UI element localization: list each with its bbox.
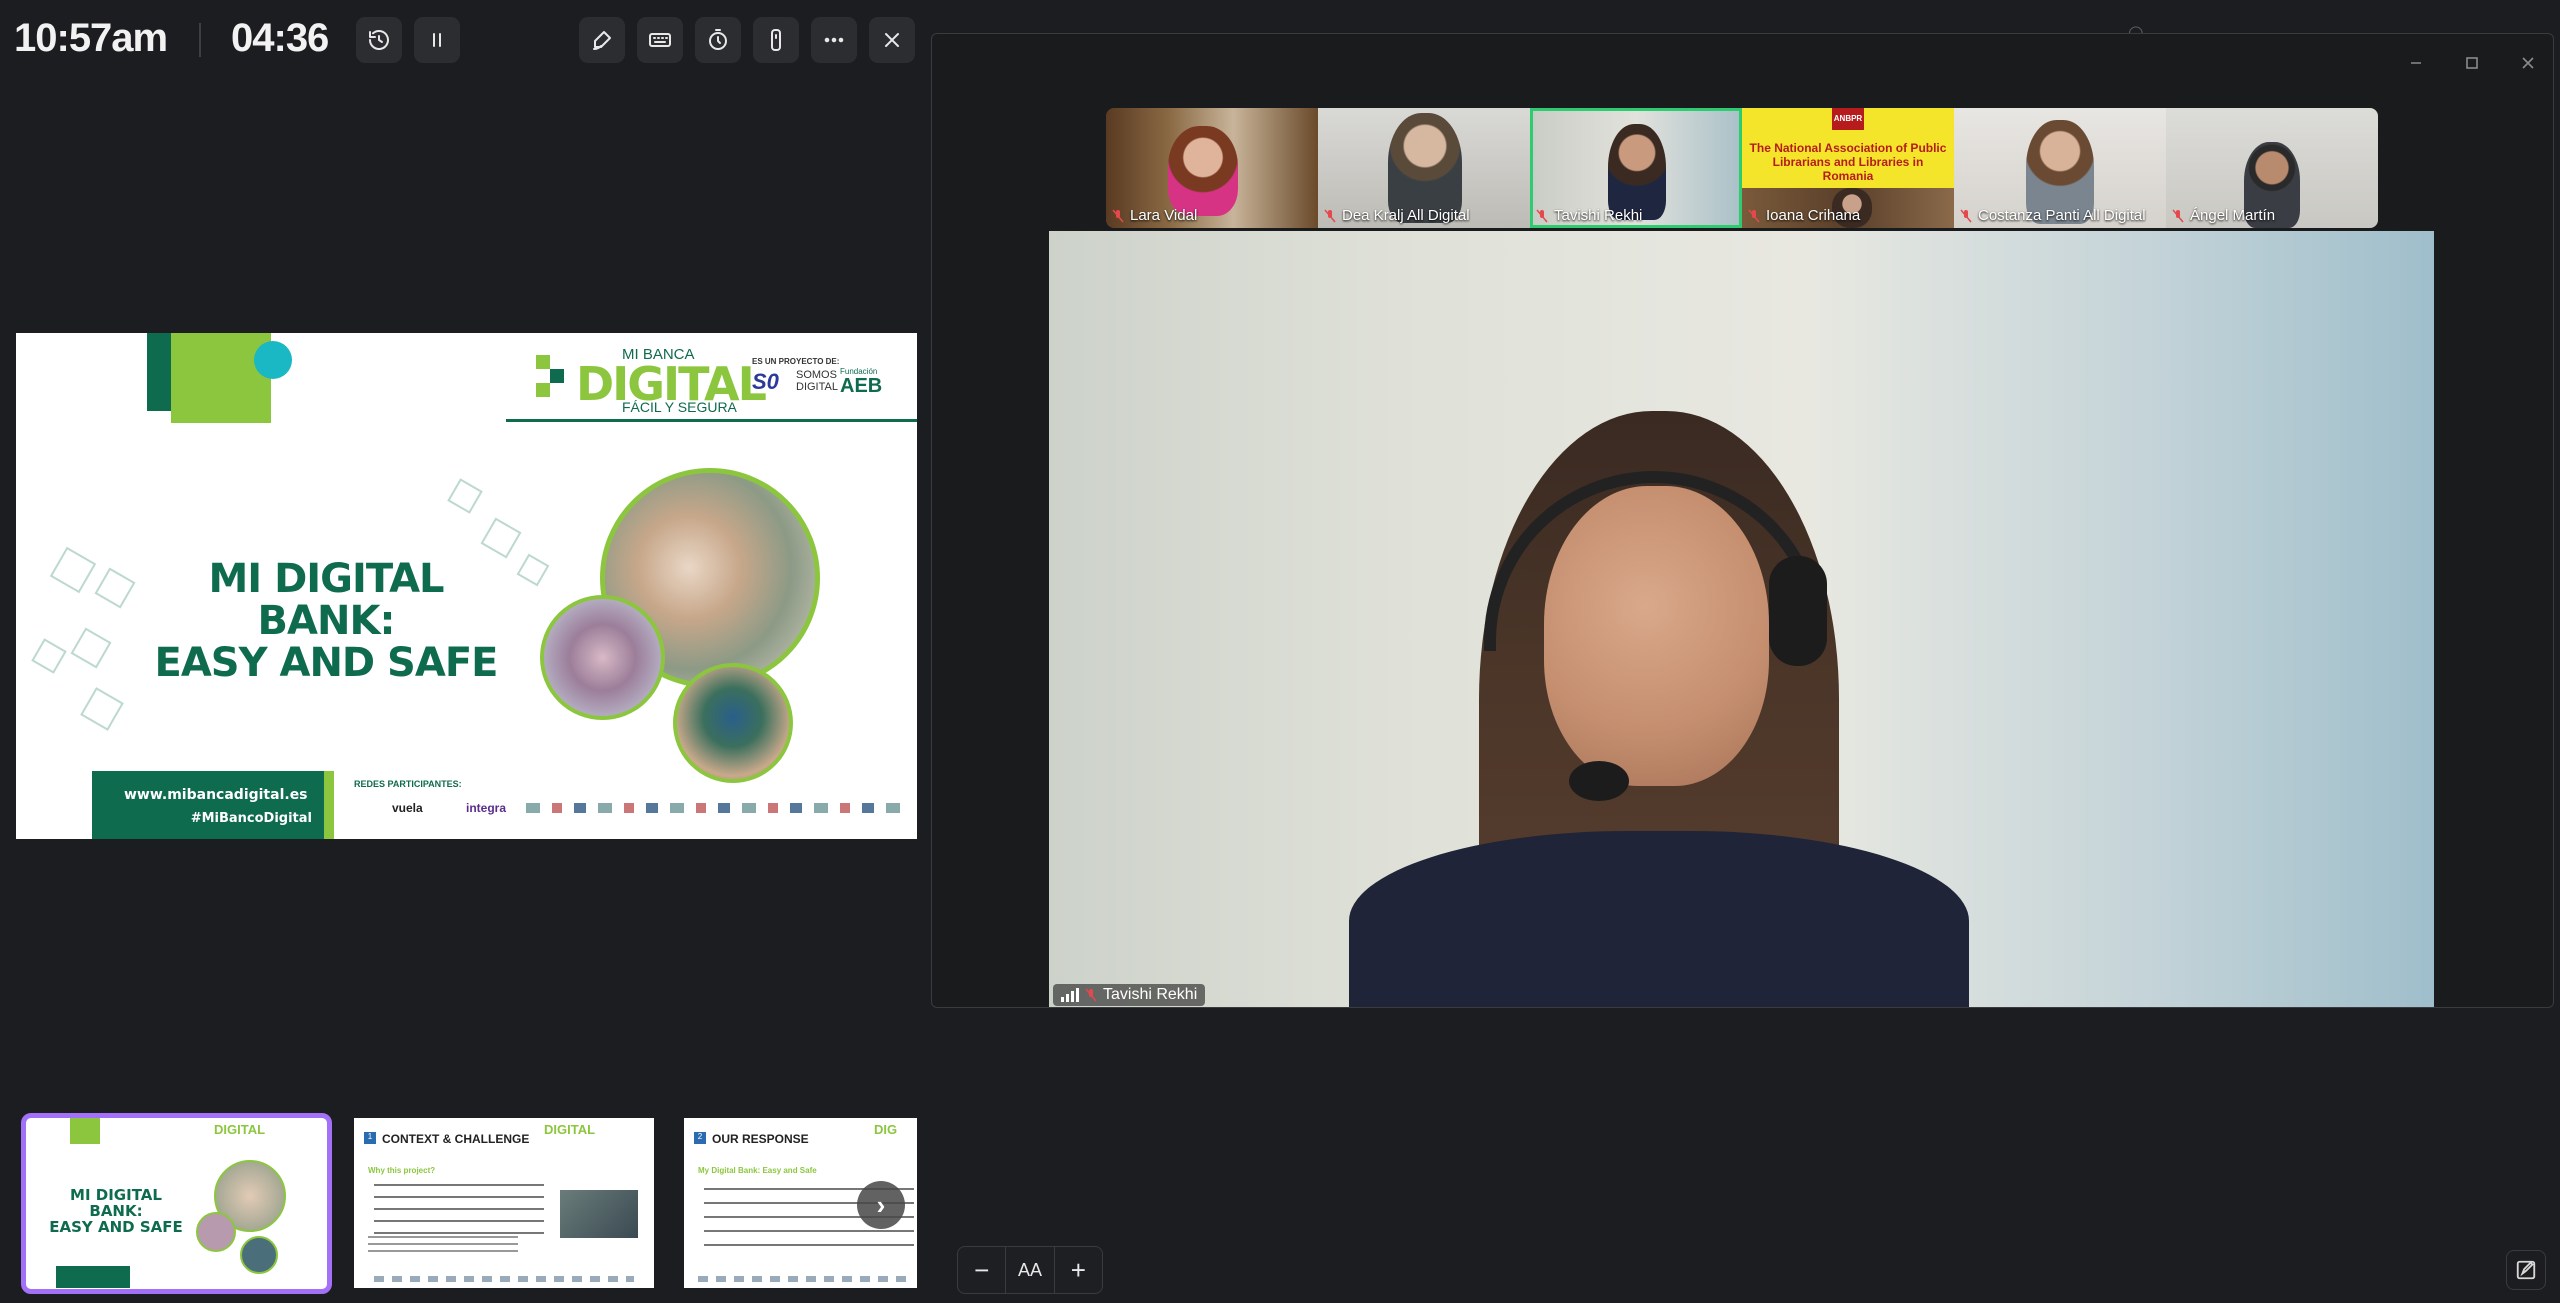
presenter-view: 10:57am 04:36 MI BANCA DIGITAL FÁCIL Y S… [0, 0, 935, 1303]
participant-name: Tavishi Rekhi [1554, 207, 1643, 224]
mic-muted-icon [2172, 209, 2184, 223]
close-icon [2522, 57, 2534, 69]
participant-tile[interactable]: Lara Vidal [1106, 108, 1318, 228]
logo-vuela: vuela [392, 801, 423, 815]
thumbnail-2-title: CONTEXT & CHALLENGE [382, 1132, 530, 1146]
thumbnails-next-button[interactable]: › [857, 1181, 905, 1229]
pause-button[interactable] [414, 17, 460, 63]
thumbnail-slide-2[interactable]: 1 CONTEXT & CHALLENGE DIGITAL Why this p… [354, 1118, 654, 1288]
participant-tile[interactable]: Dea Kralj All Digital [1318, 108, 1530, 228]
chevron-right-icon: › [876, 1189, 886, 1220]
text-size-button[interactable]: AA [1006, 1247, 1055, 1293]
more-button[interactable] [811, 17, 857, 63]
speaker-sweater [1349, 831, 1969, 1007]
mic-muted-icon [1112, 209, 1124, 223]
zoom-out-button[interactable]: − [958, 1247, 1007, 1293]
partner-somos: SOMOS DIGITAL [796, 369, 838, 394]
brand-sub-text: FÁCIL Y SEGURA [622, 399, 737, 415]
keyboard-icon [649, 33, 671, 47]
screen: 10:57am 04:36 MI BANCA DIGITAL FÁCIL Y S… [0, 0, 2560, 1303]
maximize-icon [2466, 57, 2478, 69]
timer-button[interactable] [695, 17, 741, 63]
laser-pointer-button[interactable] [753, 17, 799, 63]
participant-name: Ángel Martín [2190, 207, 2276, 224]
current-slide: MI BANCA DIGITAL FÁCIL Y SEGURA ES UN PR… [16, 333, 917, 839]
speaker-name: Tavishi Rekhi [1103, 986, 1198, 1003]
pen-icon [593, 31, 611, 50]
thumbnail-3-title: OUR RESPONSE [712, 1132, 809, 1146]
partner-logos-row [526, 803, 906, 813]
headset-earcup [1769, 556, 1827, 666]
annotate-button[interactable] [2506, 1250, 2546, 1290]
meeting-window: Lara Vidal Dea Kralj All Digital Tavishi… [931, 33, 2554, 1008]
mic-muted-icon [1536, 209, 1548, 223]
mobile-banking-photo [673, 663, 793, 783]
pen-button[interactable] [579, 17, 625, 63]
presenter-toolbar: 10:57am 04:36 [0, 0, 935, 80]
close-window-button[interactable] [2517, 52, 2539, 74]
edit-icon [2516, 1260, 2536, 1280]
keyboard-button[interactable] [637, 17, 683, 63]
participant-name: Dea Kralj All Digital [1342, 207, 1470, 224]
slide-hashtag: #MiBancoDigital [190, 811, 312, 826]
elapsed-timer: 04:36 [231, 16, 329, 60]
zoom-in-button[interactable]: + [1055, 1247, 1102, 1293]
participant-tile-active[interactable]: Tavishi Rekhi [1530, 108, 1742, 228]
slide-decor-square [171, 333, 271, 423]
participant-tile[interactable]: ANBPR The National Association of Public… [1742, 108, 1954, 228]
window-controls [2405, 52, 2539, 74]
participant-tile[interactable]: Costanza Panti All Digital [1954, 108, 2166, 228]
close-icon [885, 33, 899, 47]
current-time: 10:57am [14, 16, 168, 60]
slide-url: www.mibancadigital.es [124, 787, 308, 803]
participant-tile[interactable]: Ángel Martín [2166, 108, 2378, 228]
restart-timer-button[interactable] [356, 17, 402, 63]
maximize-button[interactable] [2461, 52, 2483, 74]
anbpr-logo: ANBPR [1832, 108, 1864, 130]
somos-mark: S0 [752, 369, 779, 394]
networks-label: REDES PARTICIPANTES: [354, 779, 462, 789]
slide-title: MI DIGITAL BANK: EASY AND SAFE [154, 556, 499, 686]
slide-decor-dot [254, 341, 292, 379]
participant-name: Lara Vidal [1130, 207, 1198, 224]
pause-icon [433, 33, 441, 47]
minimize-button[interactable] [2405, 52, 2427, 74]
mic-muted-icon [1748, 209, 1760, 223]
slide-thumbnails: DIGITAL MI DIGITAL BANK: EASY AND SAFE 1… [16, 1108, 917, 1295]
participant-name: Costanza Panti All Digital [1978, 207, 2146, 224]
anbpr-banner-text: The National Association of Public Libra… [1749, 141, 1947, 183]
signal-strength-icon [1061, 988, 1079, 1002]
slide-divider [506, 419, 917, 422]
active-speaker-video: Tavishi Rekhi [1049, 231, 2434, 1007]
partner-aeb: AEB [840, 375, 883, 397]
history-icon [369, 30, 389, 50]
minimize-icon [2411, 62, 2421, 64]
speaker-name-label: Tavishi Rekhi [1053, 984, 1206, 1006]
pointer-icon [771, 29, 781, 51]
participant-strip: Lara Vidal Dea Kralj All Digital Tavishi… [1106, 108, 2378, 228]
mic-muted-icon [1324, 209, 1336, 223]
slide-footer-box: www.mibancadigital.es #MiBancoDigital [92, 771, 324, 839]
logo-integra: integra [466, 801, 507, 815]
project-label: ES UN PROYECTO DE: [752, 357, 840, 366]
mibanca-logo: MI BANCA DIGITAL FÁCIL Y SEGURA [536, 343, 767, 415]
slide-decor-bar [147, 333, 171, 411]
participant-name: Ioana Crihana [1766, 207, 1861, 224]
phone-photo [540, 595, 665, 720]
thumbnail-slide-1[interactable]: DIGITAL MI DIGITAL BANK: EASY AND SAFE [21, 1113, 332, 1294]
close-presenter-button[interactable] [869, 17, 915, 63]
toolbar-divider [199, 23, 201, 57]
headset-mic [1569, 761, 1629, 801]
more-icon [824, 37, 844, 43]
mic-muted-icon [1085, 988, 1097, 1002]
mic-muted-icon [1960, 209, 1972, 223]
stopwatch-icon [709, 29, 727, 50]
zoom-controls: − AA + [957, 1246, 1103, 1294]
